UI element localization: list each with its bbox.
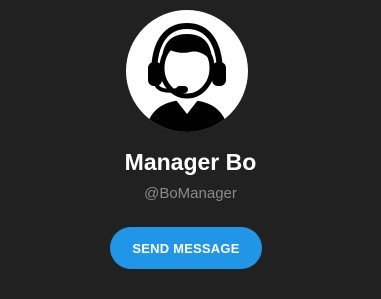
support-agent-headset-icon <box>146 22 228 132</box>
display-name: Manager Bo <box>124 149 257 175</box>
profile-card: Manager Bo @BoManager SEND MESSAGE <box>0 0 381 299</box>
username: @BoManager <box>144 185 237 202</box>
send-message-button[interactable]: SEND MESSAGE <box>110 227 262 269</box>
avatar <box>126 10 248 132</box>
